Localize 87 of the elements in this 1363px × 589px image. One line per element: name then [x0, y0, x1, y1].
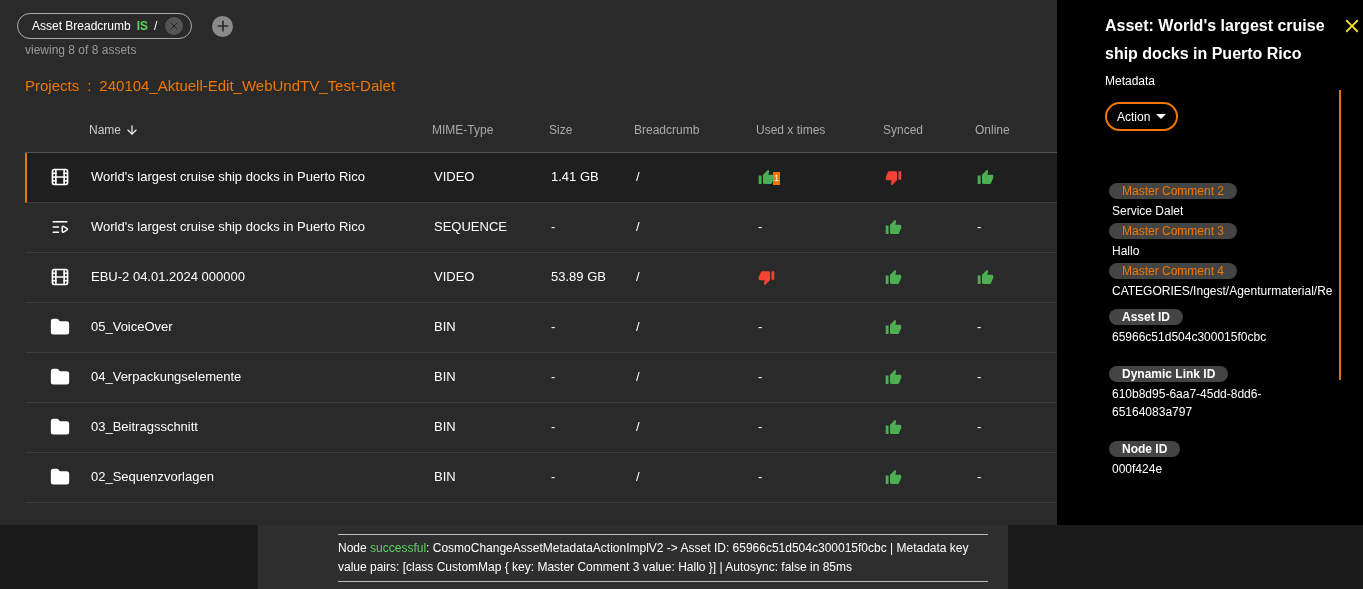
table-cell-text: - [758, 418, 763, 437]
table-cell-text: VIDEO [434, 268, 475, 287]
filter-field: Asset Breadcrumb [32, 17, 131, 35]
table-cell-text: BIN [434, 318, 456, 337]
table-cell-text: / [636, 168, 640, 187]
log-message: Node successful: CosmoChangeAssetMetadataActionImplV2 -> Asset ID: 65966c51d504c300015f0cbc | Metadata key value pairs: [class CustomMap { key: Master Comment 3 value: Hallo }] | Autosync: false in 85ms [338, 534, 988, 582]
field-label: Dynamic Link ID [1109, 366, 1229, 382]
table-cell-text: VIDEO [434, 168, 475, 187]
table-row[interactable]: EBU-2 04.01.2024 000000 VIDEO 53.89 GB / [25, 252, 1057, 303]
table-row[interactable]: World's largest cruise ship docks in Puerto Rico VIDEO 1.41 GB / 1 [25, 152, 1057, 203]
column-header[interactable]: Synced [883, 120, 924, 139]
folder-icon [49, 417, 70, 437]
table-cell-text: - [758, 368, 763, 387]
table-cell-text: - [758, 468, 763, 487]
field-value: 65966c51d504c300015f0cbc [1111, 329, 1267, 346]
table-cell-text: BIN [434, 418, 456, 437]
action-button[interactable]: Action [1105, 102, 1179, 131]
table-cell-text: / [636, 418, 640, 437]
field-value: CATEGORIES/Ingest/Agenturmaterial/Re [1111, 283, 1333, 300]
table-cell-text: - [551, 318, 556, 337]
column-header[interactable]: MIME-Type [432, 120, 494, 139]
table-cell-text: 1.41 GB [551, 168, 599, 187]
count-badge: 1 [773, 172, 780, 185]
column-header[interactable]: Size [549, 120, 573, 139]
table-cell-text: / [636, 268, 640, 287]
film-icon [49, 167, 70, 187]
field-label: Asset ID [1109, 309, 1184, 325]
dropdown-caret-icon [1156, 114, 1167, 119]
table-cell-text: / [636, 368, 640, 387]
table-cell-text: - [758, 318, 763, 337]
asset-name: 04_Verpackungselemente [91, 368, 242, 387]
add-filter-button[interactable] [212, 15, 234, 37]
table-cell-text: BIN [434, 468, 456, 487]
breadcrumb-link[interactable]: Projects [25, 75, 80, 98]
table-row[interactable]: 03_Beitragsschnitt BIN - / - - [25, 402, 1057, 453]
field-value: 610b8d95-6aa7-45dd-8dd6-65164083a797 [1111, 386, 1263, 421]
field-value: Service Dalet [1111, 203, 1184, 220]
film-icon [49, 267, 70, 287]
table-cell-text: - [551, 418, 556, 437]
table-cell-text: BIN [434, 368, 456, 387]
asset-name: 02_Sequenzvorlagen [91, 468, 214, 487]
asset-name: 05_VoiceOver [91, 318, 173, 337]
column-header[interactable]: Used x times [756, 120, 826, 139]
table-cell-text: - [551, 368, 556, 387]
asset-name: 03_Beitragsschnitt [91, 418, 198, 437]
field-label: Master Comment 4 [1109, 263, 1238, 279]
folder-icon [49, 367, 70, 387]
filter-value: / [154, 18, 158, 35]
panel-title: Asset: World's largest cruise ship docks in Puerto Rico [1105, 16, 1326, 64]
asset-name: World's largest cruise ship docks in Puerto Rico [91, 168, 365, 187]
table-cell-text: - [977, 368, 982, 387]
panel-subtitle: Metadata [1105, 73, 1157, 90]
table-cell-text: - [551, 468, 556, 487]
folder-icon [49, 317, 70, 337]
column-header[interactable]: Name [89, 120, 139, 139]
column-header[interactable]: Online [975, 120, 1010, 139]
table-row[interactable]: 05_VoiceOver BIN - / - - [25, 302, 1057, 353]
breadcrumb-separator: : [87, 76, 92, 96]
table-cell-text: - [977, 218, 982, 237]
table-cell-text: - [977, 318, 982, 337]
table-cell-text: / [636, 218, 640, 237]
remove-filter-button[interactable] [165, 17, 184, 35]
asset-name: World's largest cruise ship docks in Puerto Rico [91, 218, 365, 237]
table-cell-text: / [636, 318, 640, 337]
playlist-icon [50, 218, 69, 236]
breadcrumb-link[interactable]: 240104_Aktuell-Edit_WebUndTV_Test-Dalet [99, 75, 396, 98]
field-label: Node ID [1109, 441, 1181, 457]
table-cell-text: SEQUENCE [434, 218, 507, 237]
table-row[interactable]: 04_Verpackungselemente BIN - / - - [25, 352, 1057, 403]
table-cell-text: 53.89 GB [551, 268, 606, 287]
table-row[interactable]: World's largest cruise ship docks in Puerto Rico SEQUENCE - / - - [25, 202, 1057, 253]
table-cell-text: - [977, 418, 982, 437]
field-value: 000f424e [1111, 461, 1163, 478]
asset-count: viewing 8 of 8 assets [25, 42, 137, 59]
asset-name: EBU-2 04.01.2024 000000 [91, 268, 245, 287]
table-row[interactable]: 02_Sequenzvorlagen BIN - / - - [25, 452, 1057, 503]
table-cell-text: - [551, 218, 556, 237]
field-label: Master Comment 2 [1109, 183, 1238, 199]
field-label: Master Comment 3 [1109, 223, 1238, 239]
table-cell-text: - [977, 468, 982, 487]
folder-icon [49, 467, 70, 487]
field-value: Hallo [1111, 243, 1140, 260]
filter-operator: IS [136, 18, 149, 35]
table-cell-text: - [758, 218, 763, 237]
scrollbar-thumb[interactable] [1339, 90, 1341, 380]
table-cell-text: / [636, 468, 640, 487]
column-header[interactable]: Breadcrumb [634, 120, 700, 139]
